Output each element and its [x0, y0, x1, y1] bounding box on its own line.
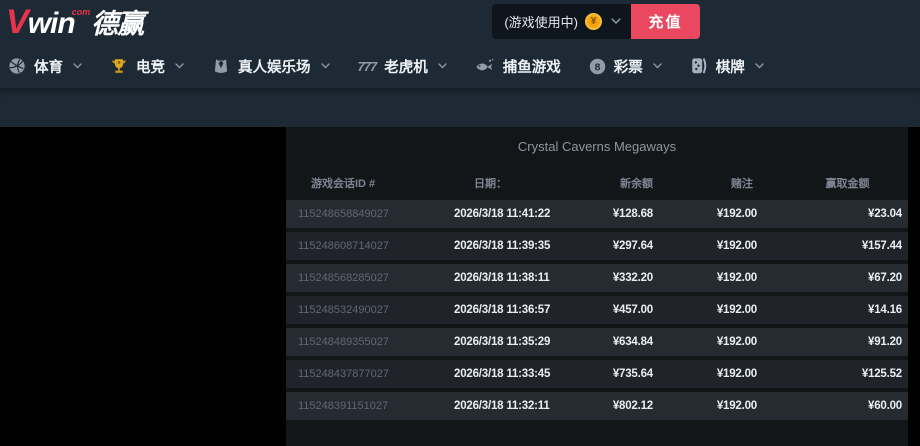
win-amount-cell: ¥157.44 — [861, 240, 902, 252]
session-id-cell: 115248532490027 — [298, 304, 389, 316]
win-amount-cell: ¥67.20 — [868, 272, 902, 284]
app-root: Vwincom德赢 (游戏使用中) ¥ 充值 体育 电竞 真人娱乐场 777 老… — [0, 0, 920, 446]
history-panel: Crystal Caverns Megaways 游戏会话ID # 日期： 新余… — [286, 127, 908, 446]
nav-item-fishing[interactable]: 捕鱼游戏 — [461, 44, 575, 88]
bet-cell: ¥192.00 — [716, 304, 757, 316]
nav-item-board-games[interactable]: 棋牌 — [676, 44, 778, 88]
deposit-button[interactable]: 充值 — [631, 4, 700, 39]
date-cell: 2026/3/18 11:41:22 — [454, 208, 551, 220]
nav-item-live-casino[interactable]: 真人娱乐场 — [198, 44, 344, 88]
wallet-group: (游戏使用中) ¥ 充值 — [492, 4, 700, 39]
session-id-cell: 115248391151027 — [298, 400, 389, 412]
table-row: 115248568285027 2026/3/18 11:38:11 ¥332.… — [286, 264, 908, 292]
nav-item-label: 体育 — [34, 59, 63, 76]
topbar: Vwincom德赢 (游戏使用中) ¥ 充值 — [0, 0, 920, 44]
logo-com: com — [71, 7, 91, 17]
sub-header-band — [0, 88, 920, 127]
logo-cn: 德赢 — [91, 9, 144, 39]
nav-item-label: 棋牌 — [715, 59, 745, 76]
session-id-cell: 115248608714027 — [298, 240, 389, 252]
col-header-session-id: 游戏会话ID # — [311, 177, 376, 190]
table-row: 115248532490027 2026/3/18 11:36:57 ¥457.… — [286, 296, 908, 324]
nav-item-label: 真人娱乐场 — [238, 59, 311, 76]
new-balance-cell: ¥735.64 — [612, 368, 653, 380]
date-cell: 2026/3/18 11:36:57 — [454, 304, 551, 316]
col-header-new-balance: 新余额 — [620, 177, 653, 190]
bet-cell: ¥192.00 — [716, 272, 757, 284]
table-body: 115248658849027 2026/3/18 11:41:22 ¥128.… — [286, 200, 908, 424]
coin-icon: ¥ — [585, 13, 602, 30]
col-header-date: 日期： — [474, 177, 507, 190]
nav-item-esports[interactable]: 电竞 — [96, 44, 198, 88]
table-row: 115248658849027 2026/3/18 11:41:22 ¥128.… — [286, 200, 908, 228]
new-balance-cell: ¥457.00 — [612, 304, 653, 316]
chevron-down-icon — [611, 18, 621, 25]
win-amount-cell: ¥91.20 — [868, 336, 902, 348]
date-cell: 2026/3/18 11:35:29 — [454, 336, 551, 348]
bet-cell: ¥192.00 — [716, 368, 757, 380]
chevron-down-icon — [320, 63, 330, 69]
chevron-down-icon — [755, 63, 764, 69]
col-header-win-amount: 赢取金额 — [825, 177, 870, 190]
game-title: Crystal Caverns Megaways — [517, 138, 677, 154]
nav-item-label: 捕鱼游戏 — [502, 59, 561, 76]
new-balance-cell: ¥128.68 — [612, 208, 653, 220]
date-cell: 2026/3/18 11:32:11 — [454, 400, 550, 412]
nav-item-label: 电竞 — [136, 59, 165, 76]
new-balance-cell: ¥802.12 — [612, 400, 653, 412]
svg-text:8: 8 — [594, 62, 600, 73]
bet-cell: ¥192.00 — [716, 208, 757, 220]
chevron-down-icon — [653, 63, 662, 69]
new-balance-cell: ¥332.20 — [612, 272, 653, 284]
wallet-selector[interactable]: (游戏使用中) ¥ — [492, 4, 631, 39]
win-amount-cell: ¥60.00 — [868, 400, 902, 412]
bet-cell: ¥192.00 — [716, 400, 757, 412]
win-amount-cell: ¥125.52 — [861, 368, 902, 380]
game-canvas-right — [908, 127, 920, 446]
bet-cell: ¥192.00 — [716, 336, 757, 348]
nav-item-label: 彩票 — [613, 59, 643, 76]
date-cell: 2026/3/18 11:39:35 — [454, 240, 551, 252]
date-cell: 2026/3/18 11:33:45 — [454, 368, 551, 380]
suit-icon — [212, 57, 230, 75]
eight-ball-icon: 8 — [589, 58, 606, 75]
tiles-icon — [690, 57, 708, 75]
col-header-bet: 赌注 — [731, 177, 753, 190]
basketball-icon — [8, 57, 26, 75]
nav-item-lottery[interactable]: 8 彩票 — [575, 44, 676, 88]
brand-logo[interactable]: Vwincom德赢 — [6, 3, 144, 41]
session-id-cell: 115248568285027 — [298, 272, 389, 284]
slots-777-icon: 777 — [357, 58, 378, 74]
table-row: 115248391151027 2026/3/18 11:32:11 ¥802.… — [286, 392, 908, 420]
session-id-cell: 115248658849027 — [298, 208, 389, 220]
logo-v: V — [6, 3, 29, 41]
chevron-down-icon — [438, 63, 447, 69]
session-id-cell: 115248437877027 — [298, 368, 389, 380]
new-balance-cell: ¥297.64 — [612, 240, 653, 252]
table-row: 115248437877027 2026/3/18 11:33:45 ¥735.… — [286, 360, 908, 388]
nav-item-label: 老虎机 — [384, 59, 428, 76]
new-balance-cell: ¥634.84 — [612, 336, 653, 348]
wallet-status-label: (游戏使用中) — [504, 15, 578, 30]
nav-item-sports[interactable]: 体育 — [8, 44, 96, 88]
fish-icon — [475, 58, 495, 74]
table-row: 115248489355027 2026/3/18 11:35:29 ¥634.… — [286, 328, 908, 356]
date-cell: 2026/3/18 11:38:11 — [454, 272, 550, 284]
main-nav: 体育 电竞 真人娱乐场 777 老虎机 捕鱼游戏 8 彩票 棋牌 — [0, 44, 920, 88]
table-header: 游戏会话ID # 日期： 新余额 赌注 赢取金额 — [286, 165, 908, 200]
chevron-down-icon — [73, 63, 82, 69]
nav-item-slots[interactable]: 777 老虎机 — [344, 44, 461, 88]
chevron-down-icon — [175, 63, 184, 69]
win-amount-cell: ¥14.16 — [868, 304, 902, 316]
game-canvas-left — [0, 127, 286, 446]
session-id-cell: 115248489355027 — [298, 336, 389, 348]
win-amount-cell: ¥23.04 — [868, 208, 902, 220]
content-area: Crystal Caverns Megaways 游戏会话ID # 日期： 新余… — [0, 127, 920, 446]
logo-win: win — [27, 7, 76, 40]
table-row: 115248608714027 2026/3/18 11:39:35 ¥297.… — [286, 232, 908, 260]
bet-cell: ¥192.00 — [716, 240, 757, 252]
trophy-icon — [110, 57, 128, 75]
